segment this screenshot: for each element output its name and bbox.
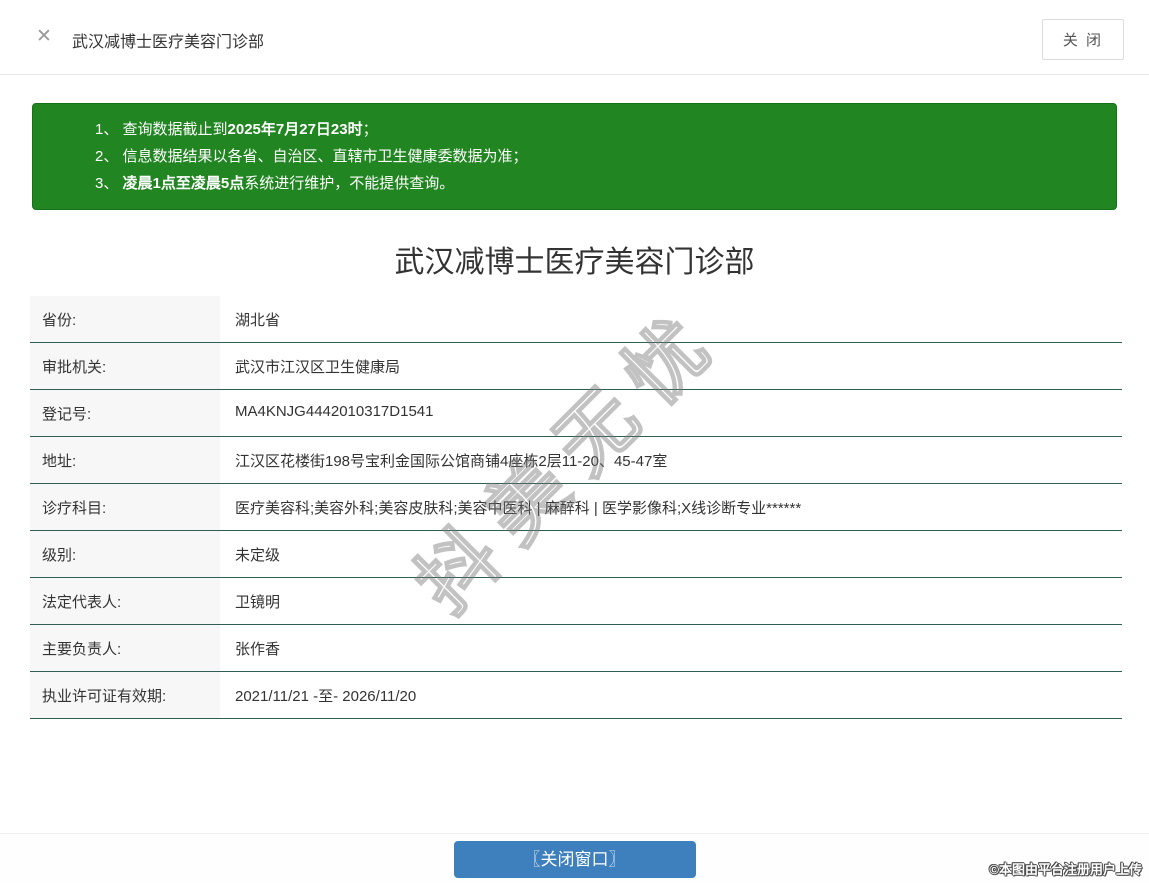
notice-lines: 1、 查询数据截止到2025年7月27日23时； 2、 信息数据结果以各省、自治区… [95,116,1096,197]
window-header: ✕ 武汉减博士医疗美容门诊部 关 闭 [0,0,1149,75]
row-value: 武汉市江汉区卫生健康局 [220,343,1122,389]
close-x-icon[interactable]: ✕ [36,26,52,48]
row-label: 级别: [30,531,220,577]
clinic-info-window: ✕ 武汉减博士医疗美容门诊部 关 闭 1、 查询数据截止到2025年7月27日2… [0,0,1149,883]
row-label: 法定代表人: [30,578,220,624]
row-value: 医疗美容科;美容外科;美容皮肤科;美容中医科 | 麻醉科 | 医学影像科;X线诊… [220,484,1122,530]
table-row: 审批机关: 武汉市江汉区卫生健康局 [30,343,1122,390]
row-label: 诊疗科目: [30,484,220,530]
close-button[interactable]: 关 闭 [1041,19,1124,60]
row-label: 执业许可证有效期: [30,672,220,718]
row-label: 地址: [30,437,220,483]
notice-line: 2、 信息数据结果以各省、自治区、直辖市卫生健康委数据为准； [95,148,528,165]
notice-line: 3、 凌晨1点至凌晨5点系统进行维护，不能提供查询。 [95,175,455,192]
row-label: 主要负责人: [30,625,220,671]
row-value: 未定级 [220,531,1122,577]
row-label: 省份: [30,296,220,342]
window-footer: 〖关闭窗口〗 ©本图由平台注册用户上传 [0,833,1149,883]
window-title: 武汉减博士医疗美容门诊部 [72,34,265,51]
row-value: 湖北省 [220,296,1122,342]
row-value: 卫镜明 [220,578,1122,624]
table-row: 诊疗科目: 医疗美容科;美容外科;美容皮肤科;美容中医科 | 麻醉科 | 医学影像… [30,484,1122,531]
row-value: MA4KNJG4442010317D1541 [220,390,1122,436]
close-window-button[interactable]: 〖关闭窗口〗 [453,841,696,878]
table-row: 法定代表人: 卫镜明 [30,578,1122,625]
copyright-text: ©本图由平台注册用户上传 [989,862,1142,877]
row-value: 2021/11/21 -至- 2026/11/20 [220,672,1122,718]
page-title: 武汉减博士医疗美容门诊部 [394,246,755,279]
row-value: 江汉区花楼街198号宝利金国际公馆商铺4座栋2层11-20、45-47室 [220,437,1122,483]
table-row: 省份: 湖北省 [30,296,1122,343]
table-row: 级别: 未定级 [30,531,1122,578]
table-row: 执业许可证有效期: 2021/11/21 -至- 2026/11/20 [30,672,1122,719]
row-label: 登记号: [30,390,220,436]
row-value: 张作香 [220,625,1122,671]
table-row: 地址: 江汉区花楼街198号宝利金国际公馆商铺4座栋2层11-20、45-47室 [30,437,1122,484]
notice-box: 1、 查询数据截止到2025年7月27日23时； 2、 信息数据结果以各省、自治区… [32,103,1117,210]
notice-line: 1、 查询数据截止到2025年7月27日23时； [95,121,378,138]
table-row: 登记号: MA4KNJG4442010317D1541 [30,390,1122,437]
row-label: 审批机关: [30,343,220,389]
table-row: 主要负责人: 张作香 [30,625,1122,672]
info-table: 省份: 湖北省 审批机关: 武汉市江汉区卫生健康局 登记号: MA4KNJG4442010… [30,296,1122,719]
